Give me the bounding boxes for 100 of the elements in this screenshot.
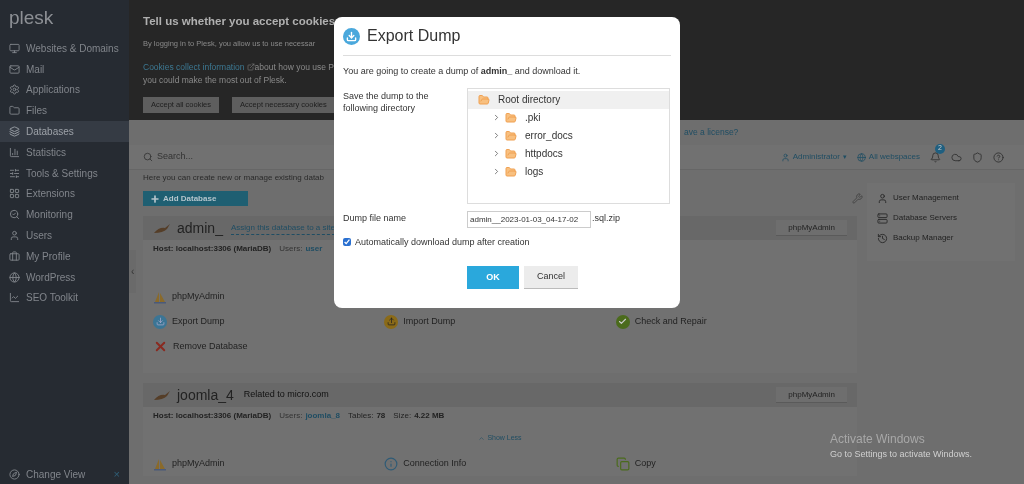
check-icon xyxy=(615,314,630,329)
cloud-icon[interactable] xyxy=(951,151,962,163)
sidebar-item[interactable]: Statistics xyxy=(0,142,129,163)
user-icon xyxy=(877,192,888,204)
magnifier-icon xyxy=(9,209,20,221)
tree-item[interactable]: Root directory xyxy=(468,90,669,109)
folder-icon xyxy=(505,147,517,160)
user-icon xyxy=(780,152,790,162)
side-panel-link[interactable]: Database Servers xyxy=(893,212,958,224)
globe-icon xyxy=(9,271,20,283)
seal-icon xyxy=(153,222,171,234)
sidebar-item[interactable]: SEO Toolkit xyxy=(0,287,129,309)
file-name-input[interactable]: admin__2023-01-03_04-17-02 xyxy=(467,210,591,228)
action-link[interactable]: Import Dump xyxy=(403,314,456,329)
upload-icon xyxy=(384,314,399,329)
action-link[interactable]: phpMyAdmin xyxy=(172,456,225,471)
shield-icon[interactable] xyxy=(972,151,983,163)
license-link[interactable]: ave a license? xyxy=(684,126,739,139)
layers-icon xyxy=(9,126,20,138)
sidebar-item[interactable]: Extensions xyxy=(0,183,129,205)
tree-item[interactable]: httpdocs xyxy=(468,144,669,163)
collapse-handle[interactable]: ‹ xyxy=(129,250,137,293)
envelope-icon xyxy=(9,63,20,75)
tables-count: 78 xyxy=(376,410,386,422)
side-panel-link[interactable]: User Management xyxy=(893,192,959,204)
line-chart-icon xyxy=(9,292,20,304)
server-icon xyxy=(877,212,888,224)
user-link[interactable]: user xyxy=(305,243,323,255)
auto-download-label: Automatically download dump after creation xyxy=(355,235,530,249)
sidebar-item[interactable]: Tools & Settings xyxy=(0,162,129,184)
compass-icon xyxy=(9,468,20,480)
seal-icon xyxy=(153,389,171,401)
dialog-title: Export Dump xyxy=(367,26,461,46)
tree-item[interactable]: logs xyxy=(468,162,669,181)
phpmyadmin-button[interactable]: phpMyAdmin xyxy=(776,387,847,403)
action-link[interactable]: Check and Repair xyxy=(634,314,707,329)
side-panel-link[interactable]: Backup Manager xyxy=(893,232,954,244)
sidebar-item[interactable]: Users xyxy=(0,225,129,246)
external-link-icon xyxy=(246,62,255,71)
directory-label: Save the dump to the following directory xyxy=(343,89,430,114)
dialog-intro: You are going to create a dump of admin_ and download it. xyxy=(343,65,581,78)
monitor-icon xyxy=(9,42,20,54)
bell-icon[interactable] xyxy=(930,151,941,163)
download-icon xyxy=(343,27,360,45)
close-button[interactable]: × xyxy=(113,465,120,483)
action-link[interactable]: Remove Database xyxy=(173,339,248,354)
history-icon xyxy=(877,232,888,244)
add-database-button[interactable]: Add Database xyxy=(143,191,248,206)
bar-chart-icon xyxy=(9,146,20,158)
briefcase-icon xyxy=(9,250,20,262)
auto-download-checkbox[interactable] xyxy=(343,238,351,247)
wrench-icon[interactable] xyxy=(852,193,863,204)
ok-button[interactable]: OK xyxy=(467,266,519,289)
phpmyadmin-button[interactable]: phpMyAdmin xyxy=(776,220,847,236)
search-icon xyxy=(143,152,153,162)
help-icon[interactable] xyxy=(993,151,1004,163)
host-info: Host: localhost:3306 (MariaDB) xyxy=(153,243,272,255)
size-label: Size: xyxy=(393,410,412,422)
sidebar-item[interactable]: Monitoring xyxy=(0,204,129,226)
user-menu[interactable]: Administrator xyxy=(792,151,840,163)
change-view-link[interactable]: Change View xyxy=(26,466,86,482)
copy-icon xyxy=(615,456,630,471)
grid-icon xyxy=(9,188,20,200)
webspaces-menu[interactable]: All webspaces xyxy=(868,151,920,163)
related-domain: Related to micro.com xyxy=(243,388,329,402)
cancel-button[interactable]: Cancel xyxy=(524,266,578,289)
action-link[interactable]: Connection Info xyxy=(403,456,467,471)
gear-icon xyxy=(9,84,20,96)
folder-icon xyxy=(9,105,20,117)
cookies-info-link[interactable]: Cookies collect information xyxy=(143,60,245,74)
action-link[interactable]: phpMyAdmin xyxy=(172,289,225,304)
sidebar-item[interactable]: Mail xyxy=(0,58,129,80)
database-name: joomla_4 xyxy=(177,385,234,405)
tree-item[interactable]: .pki xyxy=(468,108,669,127)
banner-text: you could make the most out of Plesk. xyxy=(143,74,287,87)
folder-icon xyxy=(505,129,517,142)
sidebar-item[interactable]: My Profile xyxy=(0,245,129,267)
download-icon xyxy=(153,314,167,329)
sidebar-item[interactable]: Applications xyxy=(0,79,129,101)
sidebar-item[interactable]: Databases xyxy=(0,121,129,142)
sliders-icon xyxy=(9,167,20,179)
globe-icon xyxy=(856,152,866,162)
document-info-icon xyxy=(384,456,399,471)
logo: plesk xyxy=(8,6,55,30)
banner-text: about how you use P xyxy=(254,60,334,74)
tree-item[interactable]: error_docs xyxy=(468,126,669,145)
action-link[interactable]: Copy xyxy=(634,456,656,471)
sidebar-item[interactable]: Files xyxy=(0,100,129,122)
user-icon xyxy=(9,230,20,242)
folder-icon xyxy=(505,111,517,124)
user-link[interactable]: joomla_8 xyxy=(305,410,341,422)
tables-label: Tables: xyxy=(348,410,374,422)
size-value: 4.22 MB xyxy=(414,410,445,422)
close-icon xyxy=(153,339,168,354)
activation-text: Go to Settings to activate Windows. xyxy=(830,448,973,461)
file-suffix: .sql.zip xyxy=(592,212,620,226)
banner-title: Tell us whether you accept cookies xyxy=(143,14,336,29)
sidebar-item[interactable]: WordPress xyxy=(0,266,129,288)
action-link[interactable]: Export Dump xyxy=(172,314,225,329)
sidebar-item[interactable]: Websites & Domains xyxy=(0,38,129,59)
